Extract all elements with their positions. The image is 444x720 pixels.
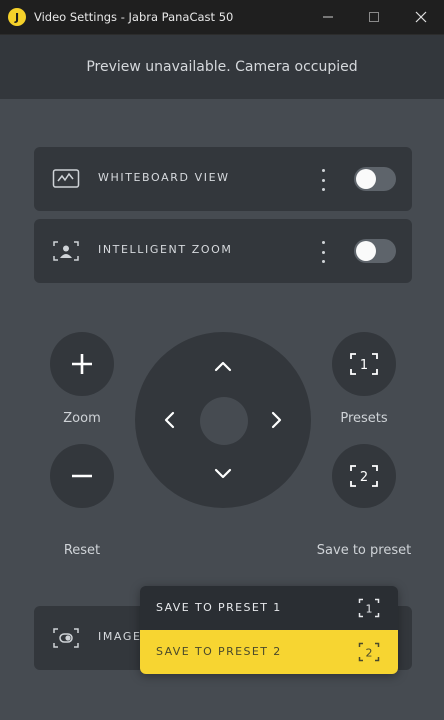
preset-2-number: 2	[360, 470, 368, 485]
preview-message: Preview unavailable. Camera occupied	[86, 59, 358, 75]
whiteboard-view-label: WHITEBOARD VIEW	[98, 171, 230, 184]
minus-icon	[72, 474, 92, 478]
zoom-label: Zoom	[63, 411, 101, 426]
pan-right-button[interactable]	[263, 406, 291, 434]
intelligent-zoom-icon	[53, 241, 79, 261]
title-bar: J Video Settings - Jabra PanaCast 50	[0, 0, 444, 35]
more-dot	[321, 241, 325, 244]
menu-preset-number: 2	[366, 647, 373, 660]
chevron-up-icon	[214, 361, 232, 372]
save-to-preset-2-item[interactable]: SAVE TO PRESET 2 2	[140, 630, 398, 674]
close-icon	[415, 11, 427, 23]
more-dot	[321, 169, 325, 172]
more-dot	[321, 260, 325, 263]
toggle-knob	[356, 241, 376, 261]
preset-1-icon: 1	[358, 598, 380, 618]
preset-1-button[interactable]: 1	[332, 332, 396, 396]
image-label: IMAGE	[98, 630, 142, 643]
menu-item-label: SAVE TO PRESET 2	[156, 645, 282, 658]
window-title: Video Settings - Jabra PanaCast 50	[34, 10, 234, 24]
chevron-down-icon	[214, 468, 232, 479]
chevron-right-icon	[271, 411, 282, 429]
camera-preview: Preview unavailable. Camera occupied	[0, 35, 444, 99]
presets-label: Presets	[340, 411, 388, 426]
preset-1-icon: 1	[350, 353, 378, 375]
pan-left-button[interactable]	[155, 406, 183, 434]
intelligent-zoom-toggle[interactable]	[354, 239, 396, 263]
zoom-in-button[interactable]	[50, 332, 114, 396]
dpad-center-button[interactable]	[200, 397, 248, 445]
preset-1-number: 1	[360, 358, 368, 373]
preset-2-icon: 2	[358, 642, 380, 662]
minimize-button[interactable]	[305, 0, 351, 34]
save-to-preset-menu: SAVE TO PRESET 1 1 SAVE TO PRESET 2 2	[140, 586, 398, 674]
plus-icon	[72, 354, 92, 374]
close-button[interactable]	[398, 0, 444, 34]
more-dot	[321, 178, 325, 182]
intelligent-zoom-more-button[interactable]	[316, 241, 330, 263]
chevron-left-icon	[164, 411, 175, 429]
intelligent-zoom-label: INTELLIGENT ZOOM	[98, 243, 233, 256]
intelligent-zoom-card: INTELLIGENT ZOOM	[34, 219, 412, 283]
save-to-preset-button[interactable]: Save to preset	[314, 543, 414, 558]
whiteboard-view-card: WHITEBOARD VIEW	[34, 147, 412, 211]
whiteboard-view-more-button[interactable]	[316, 169, 330, 191]
menu-preset-number: 1	[366, 603, 373, 616]
jabra-app-icon: J	[8, 8, 26, 26]
minimize-icon	[323, 16, 333, 18]
reset-button[interactable]: Reset	[40, 543, 124, 558]
maximize-button[interactable]	[351, 0, 397, 34]
whiteboard-icon	[52, 169, 80, 188]
image-quality-icon	[53, 628, 79, 648]
more-dot	[321, 188, 325, 191]
preset-2-button[interactable]: 2	[332, 444, 396, 508]
preset-2-icon: 2	[350, 465, 378, 487]
whiteboard-view-toggle[interactable]	[354, 167, 396, 191]
pan-up-button[interactable]	[209, 352, 237, 380]
save-to-preset-1-item[interactable]: SAVE TO PRESET 1 1	[140, 586, 398, 630]
toggle-knob	[356, 169, 376, 189]
pan-down-button[interactable]	[209, 460, 237, 488]
menu-item-label: SAVE TO PRESET 1	[156, 601, 282, 614]
maximize-icon	[369, 12, 379, 22]
more-dot	[321, 250, 325, 254]
zoom-out-button[interactable]	[50, 444, 114, 508]
pan-tilt-dpad	[135, 332, 311, 508]
